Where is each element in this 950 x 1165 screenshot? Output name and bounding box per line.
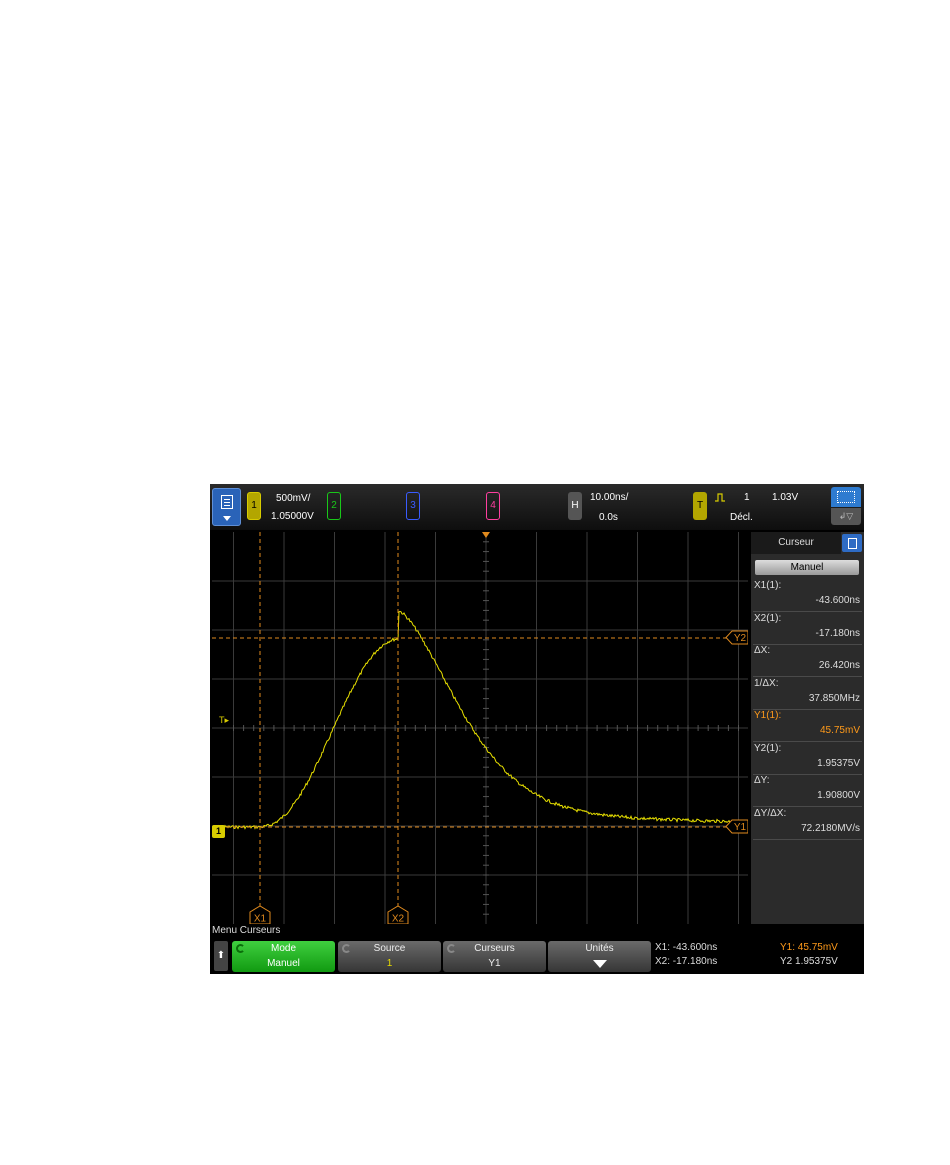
y2-cursor-label: Y2 [734, 633, 747, 644]
measurement-row: ΔX: 26.420ns [751, 645, 864, 677]
measurement-label: Y1(1): [754, 710, 782, 721]
measurement-label: ΔY/ΔX: [754, 807, 787, 819]
x1-cursor-label: X1 [254, 914, 267, 925]
measurement-label: Y2(1): [754, 742, 782, 754]
measurement-row: Y2(1): 1.95375V [751, 743, 864, 775]
undo-zoom-icon: ↲▽ [831, 508, 861, 525]
x1-readout: X1: -43.600ns [655, 942, 718, 953]
cursor-mode-button[interactable]: Manuel [755, 560, 859, 575]
zoom-box-icon [831, 487, 861, 507]
oscilloscope-screen: 1 500mV/ 1.05000V 2 3 4 H 10.00ns/ 0.0s … [210, 484, 864, 974]
graticule: X1 X2 Y2 Y1 [212, 532, 748, 924]
time-scale: 10.00ns/ [590, 492, 629, 503]
top-status-bar: 1 500mV/ 1.05000V 2 3 4 H 10.00ns/ 0.0s … [210, 484, 864, 530]
measurement-row: Y1(1): 45.75mV [751, 710, 864, 742]
measurement-row: ΔY: 1.90800V [751, 775, 864, 807]
cursors-softkey-value: Y1 [488, 958, 501, 969]
measurement-label: X1(1): [754, 580, 782, 591]
cursors-softkey-title: Curseurs [474, 943, 515, 954]
measurement-label: X2(1): [754, 612, 782, 624]
measurement-value: 45.75mV [819, 725, 860, 736]
rising-edge-trigger-icon [715, 493, 725, 502]
channel-3-button[interactable]: 3 [406, 492, 420, 520]
y2-readout: Y2 1.95375V [780, 956, 838, 967]
measurement-value: -43.600ns [815, 595, 860, 606]
mode-softkey-value: Manuel [267, 958, 300, 969]
channel-1-ground-marker[interactable]: 1 [212, 825, 225, 838]
units-softkey-title: Unités [585, 943, 614, 954]
measurement-value: 72.2180MV/s [801, 822, 860, 834]
y1-readout: Y1: 45.75mV [780, 942, 838, 953]
units-softkey[interactable]: Unités [548, 941, 651, 972]
channel-1-button[interactable]: 1 [247, 492, 261, 520]
trigger-mode: Décl. [730, 512, 753, 523]
source-softkey[interactable]: Source 1 [338, 941, 441, 972]
mode-softkey-title: Mode [270, 943, 296, 954]
channel-1-scale: 500mV/ [276, 493, 311, 504]
measurement-value: 37.850MHz [808, 692, 860, 704]
arrow-down-icon [593, 960, 607, 968]
x-cursor-readout: X1: -43.600ns X2: -17.180ns [655, 941, 717, 969]
channel-4-button[interactable]: 4 [486, 492, 500, 520]
source-softkey-title: Source [373, 943, 406, 954]
x2-cursor-label: X2 [392, 914, 405, 925]
panel-menu-icon[interactable] [842, 534, 862, 552]
x2-readout: X2: -17.180ns [655, 956, 718, 967]
y1-cursor-label: Y1 [734, 822, 747, 833]
measurement-value: -17.180ns [815, 627, 860, 639]
y-cursor-readout: Y1: 45.75mV Y2 1.95375V [780, 941, 838, 969]
cursors-softkey[interactable]: Curseurs Y1 [443, 941, 546, 972]
measurement-label: ΔY: [754, 775, 770, 786]
main-menu-button[interactable] [212, 488, 241, 526]
zoom-select-button[interactable]: ↲▽ [831, 487, 861, 525]
measurement-label: 1/ΔX: [754, 677, 779, 689]
measurement-value: 1.95375V [817, 757, 860, 769]
time-delay: 0.0s [599, 512, 618, 523]
menu-up-button[interactable]: ⬆ [214, 941, 228, 971]
document-icon [221, 495, 233, 509]
trigger-source: 1 [744, 492, 750, 503]
tab-cursor[interactable]: Curseur [751, 532, 841, 554]
measurement-row: 1/ΔX: 37.850MHz [751, 678, 864, 710]
trigger-level: 1.03V [772, 492, 799, 503]
waveform-trace [212, 610, 737, 830]
measurement-label: ΔX: [754, 645, 771, 656]
cursor-side-panel: Curseur Manuel X1(1): -43.600ns X2(1): -17.… [751, 532, 864, 924]
source-softkey-value: 1 [386, 958, 393, 969]
trigger-button[interactable]: T [693, 492, 707, 520]
measurement-value: 26.420ns [818, 660, 860, 671]
waveform-display[interactable]: X1 X2 Y2 Y1 T▸ 1 [212, 532, 748, 924]
horizontal-button[interactable]: H [568, 492, 582, 520]
channel-2-button[interactable]: 2 [327, 492, 341, 520]
measurement-row: X2(1): -17.180ns [751, 613, 864, 645]
channel-1-offset: 1.05000V [271, 511, 314, 522]
menu-title: Menu Curseurs [212, 925, 281, 936]
measurement-row: X1(1): -43.600ns [751, 580, 864, 612]
trigger-level-marker: T▸ [219, 715, 230, 725]
measurement-row: ΔY/ΔX: 72.2180MV/s [751, 808, 864, 840]
measurement-value: 1.90800V [817, 790, 860, 801]
mode-softkey[interactable]: Mode Manuel [232, 941, 335, 972]
chevron-down-icon [223, 516, 231, 521]
trigger-position-marker [482, 532, 490, 538]
